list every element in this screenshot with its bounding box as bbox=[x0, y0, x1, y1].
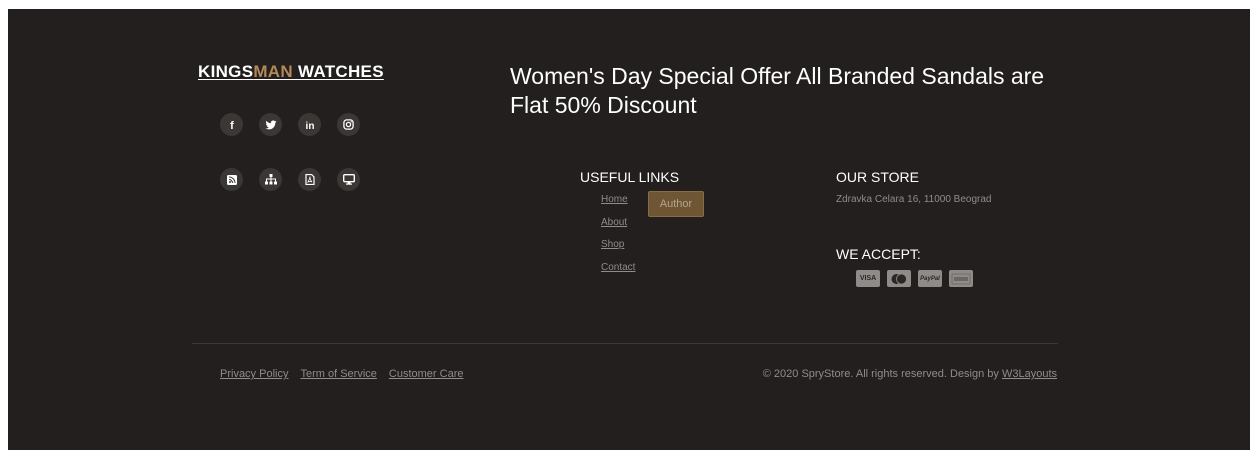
amex-card-icon bbox=[949, 270, 973, 287]
desktop-icon[interactable] bbox=[337, 168, 360, 191]
svg-text:in: in bbox=[305, 121, 314, 131]
link-contact[interactable]: Contact bbox=[601, 261, 635, 284]
rss-icon[interactable] bbox=[220, 168, 243, 191]
useful-links-title: USEFUL LINKS bbox=[580, 169, 680, 185]
sitemap-icon[interactable] bbox=[259, 168, 282, 191]
terms-of-service-link[interactable]: Term of Service bbox=[300, 368, 376, 380]
paypal-card-icon: PayPal bbox=[918, 270, 942, 287]
copyright-text: © 2020 SpryStore. All rights reserved. D… bbox=[763, 368, 1057, 380]
logo-text-kings: KINGS bbox=[198, 62, 254, 81]
footer-divider bbox=[192, 343, 1058, 344]
we-accept-title: WE ACCEPT: bbox=[836, 246, 921, 262]
logo-text-man: MAN bbox=[253, 62, 293, 81]
link-about[interactable]: About bbox=[601, 216, 635, 239]
promo-headline: Women's Day Special Offer All Branded Sa… bbox=[510, 63, 1045, 118]
mastercard-card-icon bbox=[887, 270, 911, 287]
copyright-label: © 2020 SpryStore. All rights reserved. D… bbox=[762, 368, 1002, 380]
legal-links: Privacy Policy Term of Service Customer … bbox=[220, 368, 463, 380]
facebook-icon[interactable]: f bbox=[220, 113, 243, 136]
author-button[interactable]: Author bbox=[648, 191, 704, 217]
store-address: Zdravka Celara 16, 11000 Beograd bbox=[836, 194, 992, 205]
brand-logo[interactable]: KINGSMAN WATCHES bbox=[198, 62, 384, 82]
svg-text:f: f bbox=[230, 120, 234, 131]
utility-icons bbox=[220, 168, 360, 191]
useful-links-list: Home About Shop Contact bbox=[601, 193, 635, 283]
privacy-policy-link[interactable]: Privacy Policy bbox=[220, 368, 288, 380]
our-store-title: OUR STORE bbox=[836, 169, 919, 185]
link-shop[interactable]: Shop bbox=[601, 238, 635, 261]
visa-card-icon: VISA bbox=[856, 270, 880, 287]
w3layouts-link[interactable]: W3Layouts bbox=[1002, 368, 1057, 380]
payment-cards: VISA PayPal bbox=[856, 270, 973, 287]
pdf-icon[interactable] bbox=[298, 168, 321, 191]
linkedin-icon[interactable]: in bbox=[298, 113, 321, 136]
social-icons: f in bbox=[220, 113, 360, 136]
instagram-icon[interactable] bbox=[337, 113, 360, 136]
logo-text-watches: WATCHES bbox=[292, 62, 384, 81]
link-home[interactable]: Home bbox=[601, 193, 635, 216]
twitter-icon[interactable] bbox=[259, 113, 282, 136]
customer-care-link[interactable]: Customer Care bbox=[389, 368, 464, 380]
